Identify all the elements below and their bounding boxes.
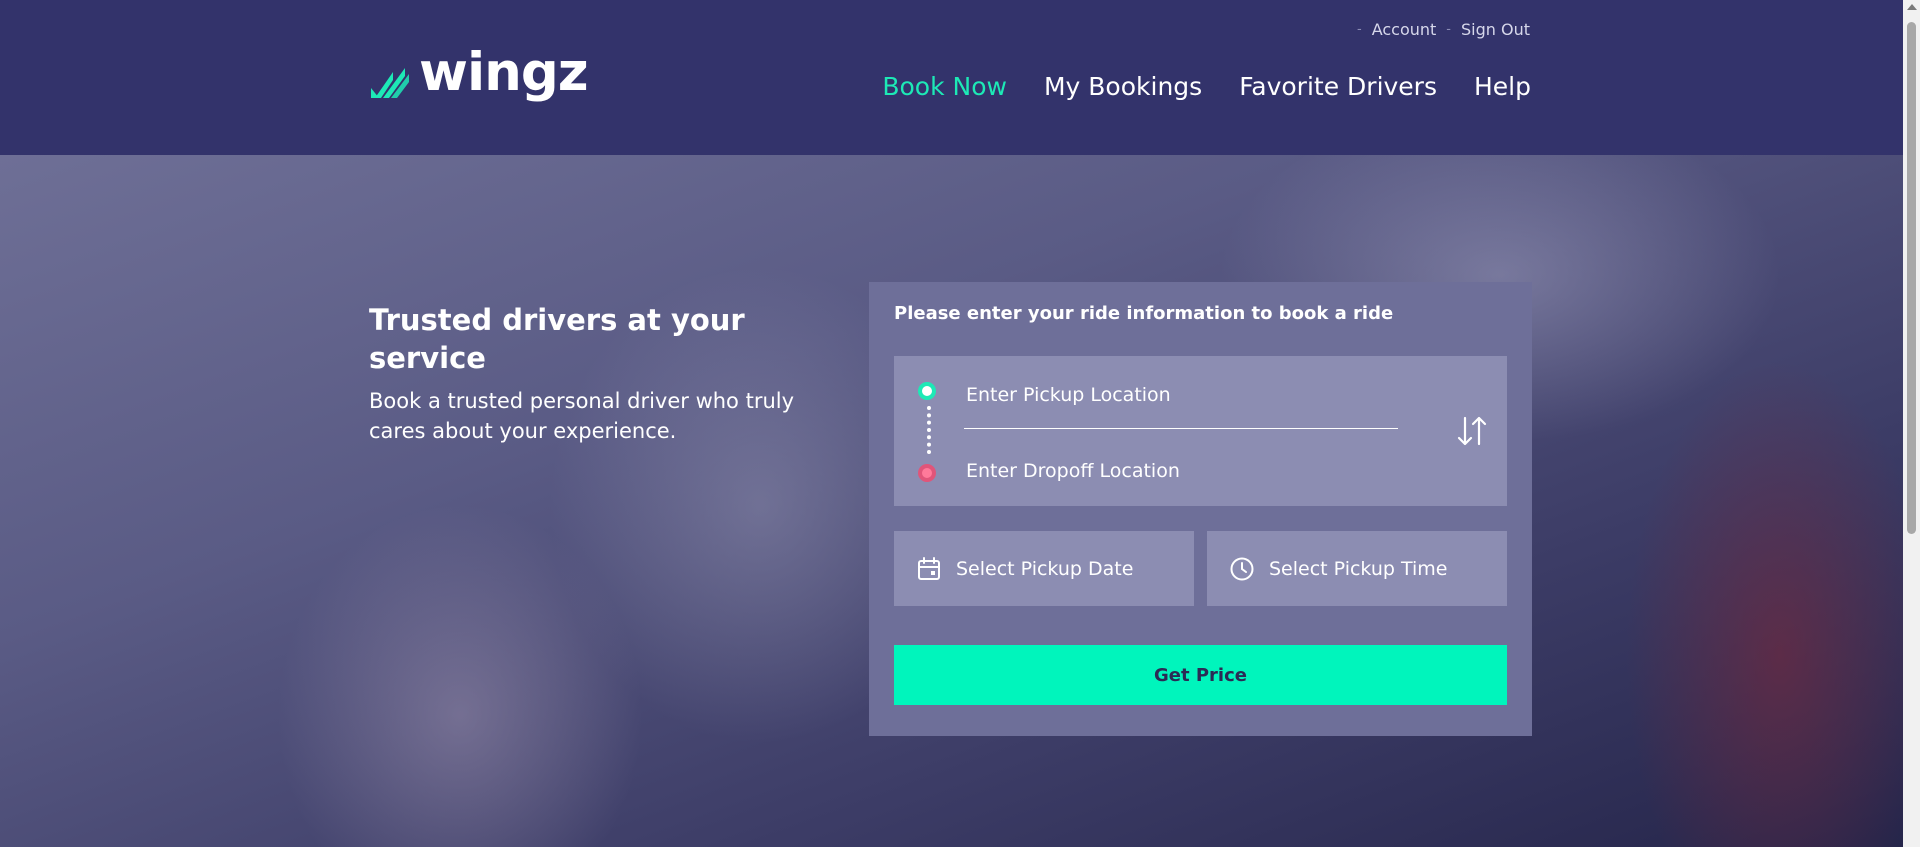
booking-card: Please enter your ride information to bo…	[869, 282, 1532, 736]
calendar-icon	[918, 556, 940, 580]
sign-out-link[interactable]: Sign Out	[1461, 20, 1530, 39]
route-dotted-line	[927, 406, 931, 454]
pickup-dot-icon	[918, 382, 936, 400]
get-price-button[interactable]: Get Price	[894, 645, 1507, 705]
nav-book-now[interactable]: Book Now	[882, 72, 1007, 101]
pickup-location-input[interactable]	[964, 377, 1398, 413]
site-header: - Account - Sign Out wingz Book Now My B…	[0, 0, 1903, 155]
pickup-time-label: Select Pickup Time	[1269, 557, 1448, 580]
booking-card-title: Please enter your ride information to bo…	[894, 303, 1394, 324]
location-box	[894, 356, 1507, 506]
hero-title: Trusted drivers at your service	[369, 303, 745, 375]
separator: -	[1446, 22, 1451, 37]
pickup-time-field[interactable]: Select Pickup Time	[1207, 531, 1507, 606]
dropoff-dot-icon	[918, 464, 936, 482]
location-divider	[964, 428, 1398, 429]
nav-my-bookings[interactable]: My Bookings	[1044, 72, 1202, 101]
separator: -	[1356, 22, 1362, 37]
dropoff-location-input[interactable]	[964, 453, 1398, 489]
hero-subtitle: Book a trusted personal driver who truly…	[369, 389, 795, 443]
wingz-logo[interactable]: wingz	[369, 46, 589, 105]
page-scrollbar[interactable]	[1903, 0, 1920, 847]
swap-arrows-icon[interactable]	[1455, 414, 1489, 448]
wingz-logo-icon	[371, 59, 409, 98]
clock-icon	[1230, 557, 1254, 580]
account-links: - Account - Sign Out	[1357, 20, 1530, 39]
pickup-date-label: Select Pickup Date	[956, 557, 1134, 580]
main-nav: Book Now My Bookings Favorite Drivers He…	[882, 72, 1531, 101]
hero-section: Trusted drivers at your service Book a t…	[0, 155, 1903, 847]
pickup-date-field[interactable]: Select Pickup Date	[894, 531, 1194, 606]
scrollbar-thumb[interactable]	[1907, 22, 1916, 534]
scroll-up-arrow-icon[interactable]	[1907, 4, 1917, 10]
account-link[interactable]: Account	[1372, 20, 1437, 39]
nav-help[interactable]: Help	[1474, 72, 1531, 101]
hero-text: Trusted drivers at your service Book a t…	[369, 302, 809, 446]
nav-favorite-drivers[interactable]: Favorite Drivers	[1239, 72, 1437, 101]
logo-wordmark: wingz	[419, 42, 589, 103]
